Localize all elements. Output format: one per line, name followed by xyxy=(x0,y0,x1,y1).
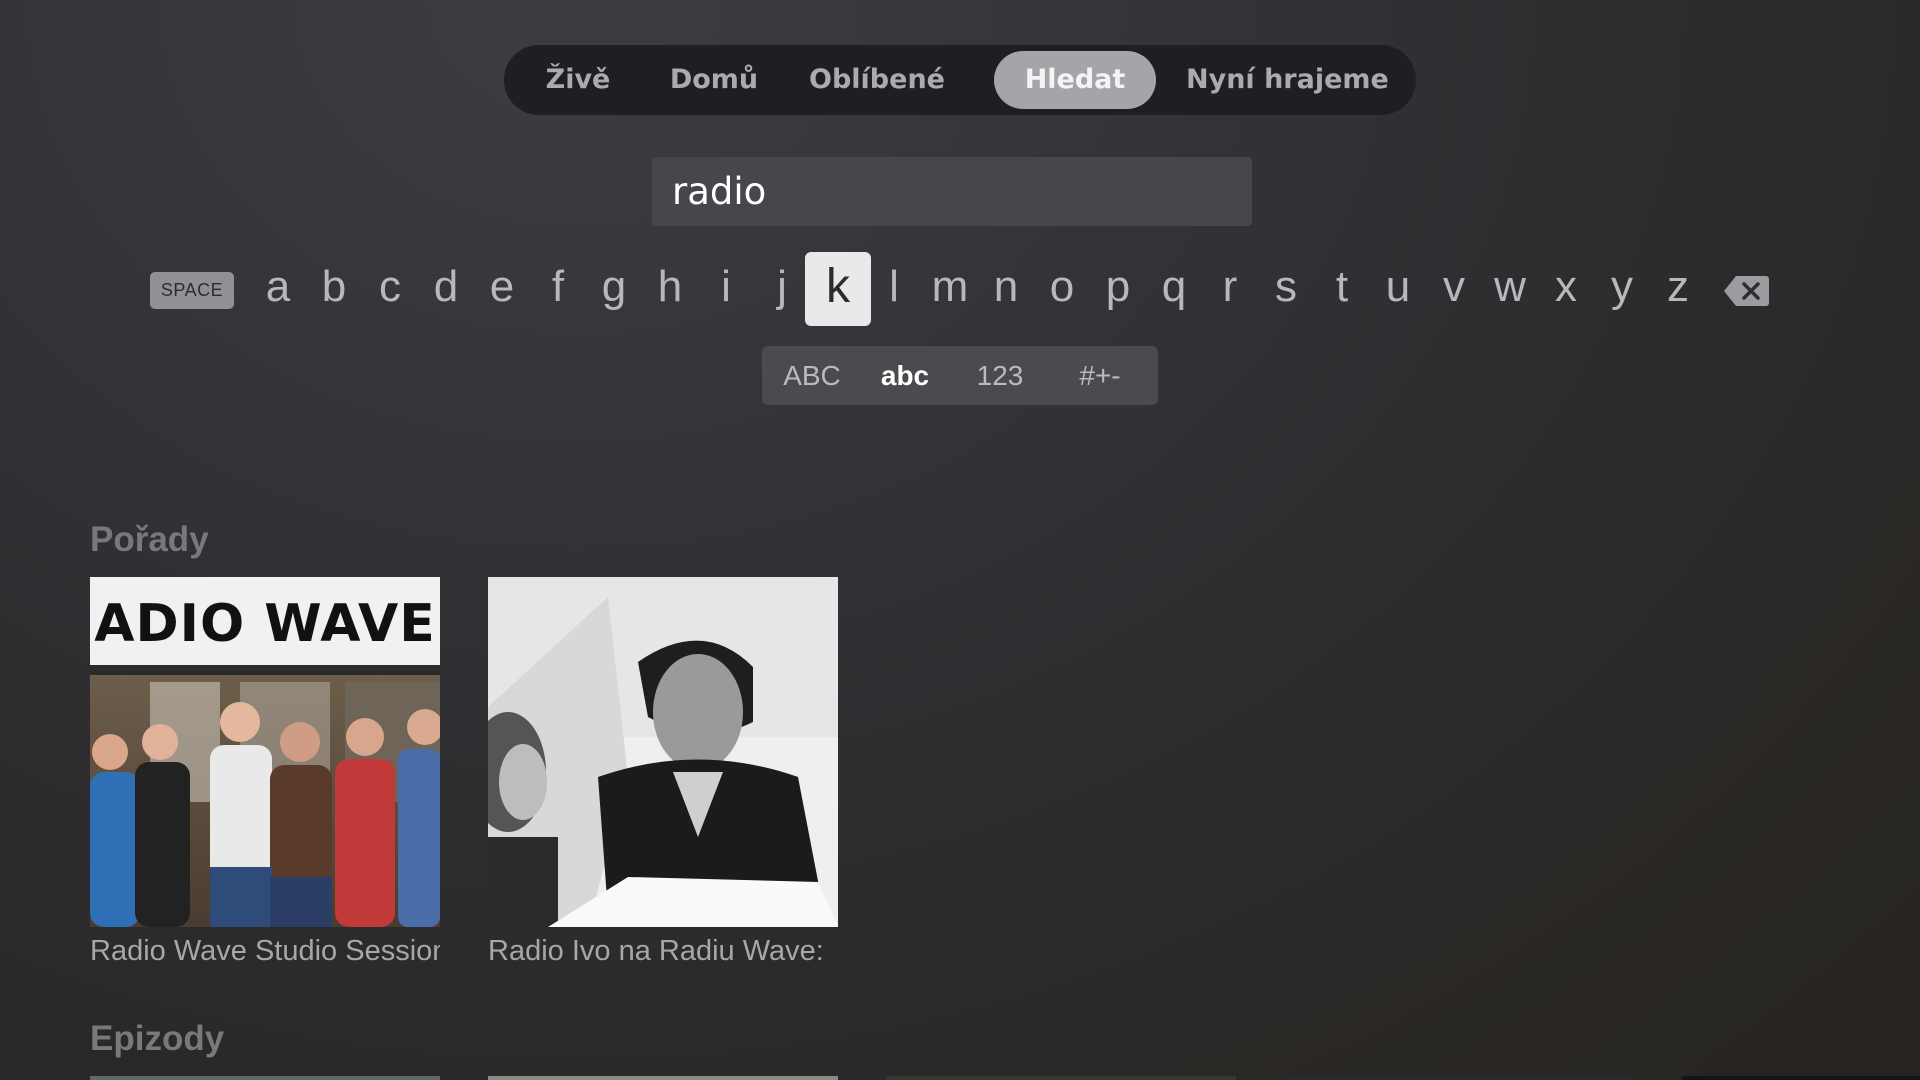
key-g[interactable]: g xyxy=(586,252,642,326)
show-title: Radio Wave Studio Session xyxy=(90,935,440,967)
shows-section-title: Pořady xyxy=(90,520,209,559)
show-card[interactable]: ADIO WAVE Radio Wave Studio Session xyxy=(90,577,440,968)
show-thumbnail: ADIO WAVE xyxy=(90,577,440,927)
key-s[interactable]: s xyxy=(1258,252,1314,326)
mode-uppercase[interactable]: ABC xyxy=(772,346,852,405)
on-screen-keyboard: SPACE abcdefghijklmnopqrstuvwxyz xyxy=(0,250,1920,330)
episode-card[interactable] xyxy=(488,1076,838,1080)
keyboard-mode-switch: ABC abc 123 #+- xyxy=(762,346,1158,405)
key-r[interactable]: r xyxy=(1202,252,1258,326)
key-u[interactable]: u xyxy=(1370,252,1426,326)
key-a[interactable]: a xyxy=(250,252,306,326)
episode-card[interactable] xyxy=(90,1076,440,1080)
key-v[interactable]: v xyxy=(1426,252,1482,326)
show-title: Radio Ivo na Radiu Wave: xyxy=(488,935,824,967)
key-w[interactable]: w xyxy=(1482,252,1538,326)
key-n[interactable]: n xyxy=(978,252,1034,326)
backspace-icon[interactable] xyxy=(1722,274,1770,308)
episodes-section-title: Epizody xyxy=(90,1019,225,1058)
tab-search[interactable]: Hledat xyxy=(994,51,1156,109)
key-f[interactable]: f xyxy=(530,252,586,326)
tab-favorites[interactable]: Oblíbené xyxy=(804,51,950,109)
space-key[interactable]: SPACE xyxy=(150,272,234,309)
key-k[interactable]: k xyxy=(805,252,871,326)
key-c[interactable]: c xyxy=(362,252,418,326)
tab-home[interactable]: Domů xyxy=(662,51,766,109)
key-d[interactable]: d xyxy=(418,252,474,326)
key-b[interactable]: b xyxy=(306,252,362,326)
key-h[interactable]: h xyxy=(642,252,698,326)
show-thumbnail xyxy=(488,577,838,927)
mode-lowercase[interactable]: abc xyxy=(870,346,940,405)
top-tab-bar: Živě Domů Oblíbené Hledat Nyní hrajeme xyxy=(504,45,1416,115)
show-sign-text: ADIO WAVE xyxy=(94,594,436,654)
episode-card[interactable] xyxy=(886,1076,1236,1080)
mode-numbers[interactable]: 123 xyxy=(962,346,1038,405)
key-z[interactable]: z xyxy=(1650,252,1706,326)
key-m[interactable]: m xyxy=(922,252,978,326)
key-j[interactable]: j xyxy=(754,252,810,326)
key-t[interactable]: t xyxy=(1314,252,1370,326)
key-q[interactable]: q xyxy=(1146,252,1202,326)
key-l[interactable]: l xyxy=(866,252,922,326)
tab-live[interactable]: Živě xyxy=(534,51,622,109)
key-e[interactable]: e xyxy=(474,252,530,326)
show-card[interactable]: Radio Ivo na Radiu Wave: xyxy=(488,577,838,968)
mode-symbols[interactable]: #+- xyxy=(1058,346,1142,405)
tab-now-playing[interactable]: Nyní hrajeme xyxy=(1186,51,1389,109)
key-y[interactable]: y xyxy=(1594,252,1650,326)
key-p[interactable]: p xyxy=(1090,252,1146,326)
episode-card[interactable] xyxy=(1284,1076,1634,1080)
key-i[interactable]: i xyxy=(698,252,754,326)
key-o[interactable]: o xyxy=(1034,252,1090,326)
key-x[interactable]: x xyxy=(1538,252,1594,326)
search-input[interactable]: radio xyxy=(652,157,1252,226)
episode-card[interactable] xyxy=(1682,1076,1920,1080)
